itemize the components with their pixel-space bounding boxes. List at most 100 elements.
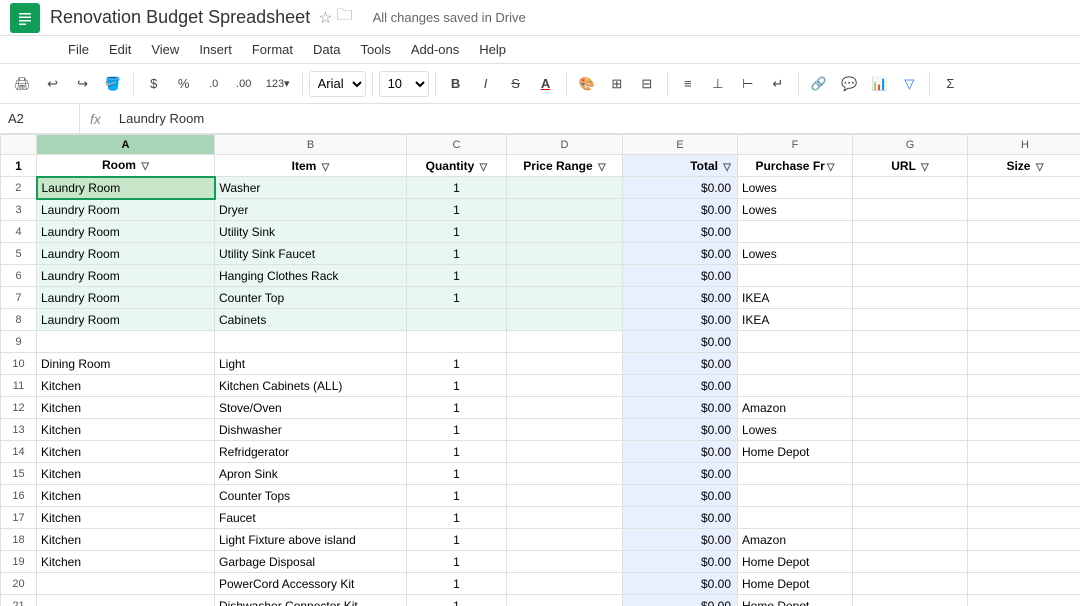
cell-h-2[interactable] (968, 177, 1080, 199)
cell-h-19[interactable] (968, 551, 1080, 573)
table-row[interactable]: 5Laundry RoomUtility Sink Faucet1$0.00Lo… (1, 243, 1080, 265)
cell-e-5[interactable]: $0.00 (623, 243, 738, 265)
cell-d-16[interactable] (507, 485, 623, 507)
cell-f-3[interactable]: Lowes (738, 199, 853, 221)
cell-g-15[interactable] (853, 463, 968, 485)
menu-view[interactable]: View (143, 40, 187, 59)
cell-b-7[interactable]: Counter Top (215, 287, 407, 309)
cell-d-12[interactable] (507, 397, 623, 419)
cell-h-14[interactable] (968, 441, 1080, 463)
cell-a-13[interactable]: Kitchen (37, 419, 215, 441)
cell-d-17[interactable] (507, 507, 623, 529)
filter-button[interactable]: ▽ (895, 70, 923, 98)
cell-f-12[interactable]: Amazon (738, 397, 853, 419)
font-selector[interactable]: Arial (309, 71, 366, 97)
col-header-f[interactable]: F (738, 135, 853, 155)
bold-button[interactable]: B (442, 70, 470, 98)
cell-d-18[interactable] (507, 529, 623, 551)
cell-e-11[interactable]: $0.00 (623, 375, 738, 397)
cell-c-15[interactable]: 1 (407, 463, 507, 485)
cell-c-9[interactable] (407, 331, 507, 353)
table-row[interactable]: 14KitchenRefridgerator1$0.00Home Depot (1, 441, 1080, 463)
cell-c-6[interactable]: 1 (407, 265, 507, 287)
cell-c-17[interactable]: 1 (407, 507, 507, 529)
cell-a-7[interactable]: Laundry Room (37, 287, 215, 309)
cell-f-8[interactable]: IKEA (738, 309, 853, 331)
cell-h-11[interactable] (968, 375, 1080, 397)
table-row[interactable]: 3Laundry RoomDryer1$0.00Lowes (1, 199, 1080, 221)
cell-f-16[interactable] (738, 485, 853, 507)
cell-b-3[interactable]: Dryer (215, 199, 407, 221)
cell-c-12[interactable]: 1 (407, 397, 507, 419)
cell-a-12[interactable]: Kitchen (37, 397, 215, 419)
cell-e-9[interactable]: $0.00 (623, 331, 738, 353)
cell-g-17[interactable] (853, 507, 968, 529)
menu-help[interactable]: Help (471, 40, 514, 59)
col-header-c[interactable]: C (407, 135, 507, 155)
header-item[interactable]: Item ▽ (215, 155, 407, 177)
cell-b-10[interactable]: Light (215, 353, 407, 375)
cell-c-10[interactable]: 1 (407, 353, 507, 375)
cell-b-14[interactable]: Refridgerator (215, 441, 407, 463)
wrap-button[interactable]: ↵ (764, 70, 792, 98)
col-header-b[interactable]: B (215, 135, 407, 155)
cell-reference[interactable]: A2 (0, 104, 80, 133)
cell-d-15[interactable] (507, 463, 623, 485)
cell-g-9[interactable] (853, 331, 968, 353)
cell-e-13[interactable]: $0.00 (623, 419, 738, 441)
cell-h-9[interactable] (968, 331, 1080, 353)
cell-g-4[interactable] (853, 221, 968, 243)
cell-d-8[interactable] (507, 309, 623, 331)
menu-addons[interactable]: Add-ons (403, 40, 467, 59)
cell-e-4[interactable]: $0.00 (623, 221, 738, 243)
function-button[interactable]: Σ (936, 70, 964, 98)
cell-g-13[interactable] (853, 419, 968, 441)
cell-h-15[interactable] (968, 463, 1080, 485)
borders-button[interactable]: ⊞ (603, 70, 631, 98)
cell-a-14[interactable]: Kitchen (37, 441, 215, 463)
cell-h-4[interactable] (968, 221, 1080, 243)
cell-e-3[interactable]: $0.00 (623, 199, 738, 221)
header-purchase-from[interactable]: Purchase Fr▽ (738, 155, 853, 177)
print-button[interactable]: 🖨 (8, 70, 37, 98)
redo-button[interactable]: ↪ (69, 70, 97, 98)
cell-c-14[interactable]: 1 (407, 441, 507, 463)
cell-e-14[interactable]: $0.00 (623, 441, 738, 463)
cell-c-19[interactable]: 1 (407, 551, 507, 573)
folder-icon[interactable]: 🗀 (337, 4, 353, 31)
table-row[interactable]: 12KitchenStove/Oven1$0.00Amazon (1, 397, 1080, 419)
cell-c-2[interactable]: 1 (407, 177, 507, 199)
table-row[interactable]: 18KitchenLight Fixture above island1$0.0… (1, 529, 1080, 551)
cell-a-19[interactable]: Kitchen (37, 551, 215, 573)
cell-d-21[interactable] (507, 595, 623, 606)
percent-button[interactable]: % (170, 70, 198, 98)
cell-b-12[interactable]: Stove/Oven (215, 397, 407, 419)
header-url[interactable]: URL ▽ (853, 155, 968, 177)
cell-d-2[interactable] (507, 177, 623, 199)
cell-e-10[interactable]: $0.00 (623, 353, 738, 375)
table-row[interactable]: 21Dishwasher Connector Kit1$0.00Home Dep… (1, 595, 1080, 606)
link-button[interactable]: 🔗 (805, 70, 833, 98)
table-row[interactable]: 16KitchenCounter Tops1$0.00 (1, 485, 1080, 507)
cell-b-5[interactable]: Utility Sink Faucet (215, 243, 407, 265)
font-color-button[interactable]: A (532, 70, 560, 98)
cell-h-7[interactable] (968, 287, 1080, 309)
cell-e-2[interactable]: $0.00 (623, 177, 738, 199)
cell-e-12[interactable]: $0.00 (623, 397, 738, 419)
cell-h-20[interactable] (968, 573, 1080, 595)
cell-d-4[interactable] (507, 221, 623, 243)
cell-b-8[interactable]: Cabinets (215, 309, 407, 331)
cell-a-4[interactable]: Laundry Room (37, 221, 215, 243)
col-header-g[interactable]: G (853, 135, 968, 155)
cell-c-5[interactable]: 1 (407, 243, 507, 265)
align-left-button[interactable]: ≡ (674, 70, 702, 98)
cell-b-18[interactable]: Light Fixture above island (215, 529, 407, 551)
cell-h-13[interactable] (968, 419, 1080, 441)
cell-h-17[interactable] (968, 507, 1080, 529)
cell-h-6[interactable] (968, 265, 1080, 287)
menu-tools[interactable]: Tools (352, 40, 398, 59)
cell-b-2[interactable]: Washer (215, 177, 407, 199)
col-header-e[interactable]: E (623, 135, 738, 155)
cell-f-13[interactable]: Lowes (738, 419, 853, 441)
cell-d-20[interactable] (507, 573, 623, 595)
